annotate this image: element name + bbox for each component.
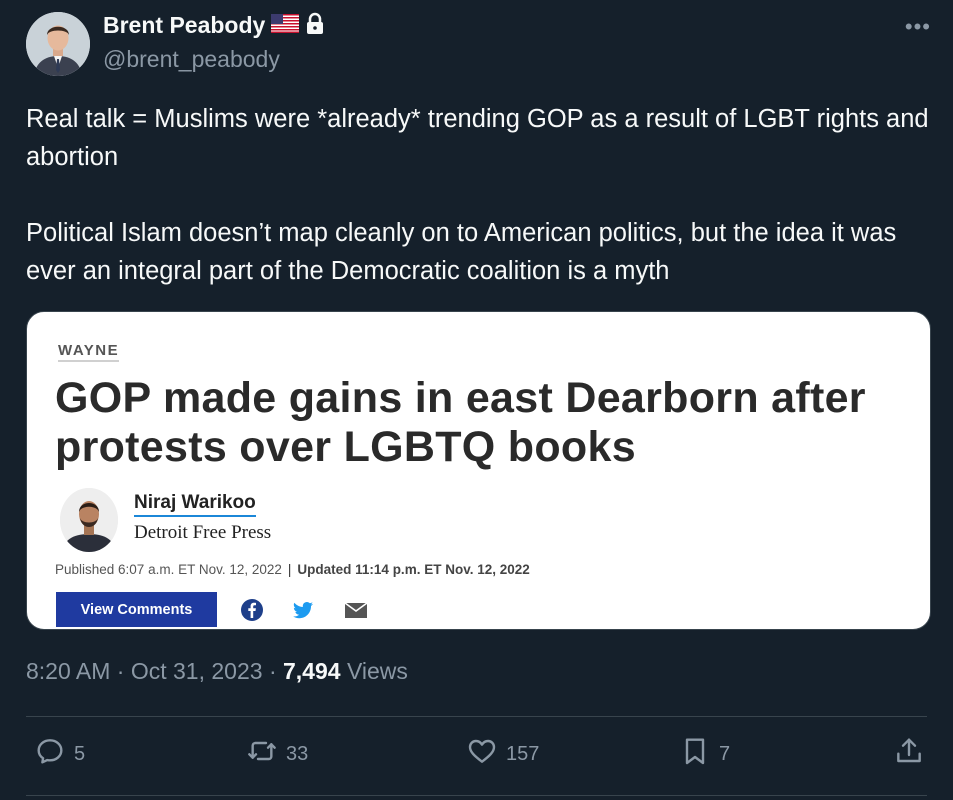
reply-button[interactable]: 5 bbox=[34, 735, 85, 773]
bookmark-count: 7 bbox=[719, 742, 731, 765]
tweet-meta: 8:20 AM · Oct 31, 2023 · 7,494 Views bbox=[26, 658, 408, 685]
date-separator: | bbox=[287, 562, 292, 577]
views-label: Views bbox=[346, 658, 408, 684]
mail-icon bbox=[343, 598, 368, 622]
twitter-icon bbox=[291, 598, 315, 622]
tweet-paragraph: Real talk = Muslims were *already* trend… bbox=[26, 105, 929, 171]
divider bbox=[26, 716, 927, 717]
published-date: Published 6:07 a.m. ET Nov. 12, 2022 bbox=[55, 562, 282, 577]
avatar[interactable] bbox=[26, 12, 90, 76]
us-flag-icon bbox=[271, 13, 300, 38]
like-count: 157 bbox=[506, 742, 540, 765]
article-dates: Published 6:07 a.m. ET Nov. 12, 2022 | U… bbox=[55, 562, 530, 577]
tweet-date[interactable]: Oct 31, 2023 bbox=[131, 658, 263, 684]
share-icon bbox=[893, 735, 925, 773]
view-comments-button: View Comments bbox=[56, 592, 217, 627]
meta-separator: · bbox=[268, 658, 283, 684]
retweet-button[interactable]: 33 bbox=[246, 735, 308, 773]
article-author-name: Niraj Warikoo bbox=[134, 492, 256, 517]
reply-count: 5 bbox=[74, 742, 86, 765]
author-handle[interactable]: @brent_peabody bbox=[103, 46, 280, 73]
reply-icon bbox=[34, 735, 66, 773]
author-name[interactable]: Brent Peabody bbox=[103, 12, 265, 39]
like-button[interactable]: 157 bbox=[466, 735, 539, 773]
meta-separator: · bbox=[116, 658, 131, 684]
retweet-count: 33 bbox=[286, 742, 309, 765]
card-headline: GOP made gains in east Dearborn after pr… bbox=[55, 374, 866, 471]
facebook-icon bbox=[240, 598, 264, 622]
bookmark-button[interactable]: 7 bbox=[679, 735, 730, 773]
tweet-text: Real talk = Muslims were *already* trend… bbox=[26, 100, 931, 290]
tweet-paragraph: Political Islam doesn’t map cleanly on t… bbox=[26, 219, 897, 285]
more-options-icon[interactable]: ••• bbox=[905, 14, 931, 40]
article-outlet: Detroit Free Press bbox=[134, 522, 272, 543]
tweet-time[interactable]: 8:20 AM bbox=[26, 658, 110, 684]
bookmark-icon bbox=[679, 735, 711, 773]
divider bbox=[26, 795, 927, 796]
share-button[interactable] bbox=[893, 735, 925, 773]
retweet-icon bbox=[246, 735, 278, 773]
article-author-photo bbox=[60, 488, 118, 552]
views-count: 7,494 bbox=[283, 658, 341, 684]
lock-icon bbox=[305, 12, 325, 39]
author-name-row[interactable]: Brent Peabody bbox=[103, 12, 325, 39]
card-section-label: WAYNE bbox=[58, 342, 120, 362]
article-card[interactable]: WAYNE GOP made gains in east Dearborn af… bbox=[26, 311, 931, 630]
heart-icon bbox=[466, 735, 498, 773]
updated-date: Updated 11:14 p.m. ET Nov. 12, 2022 bbox=[297, 562, 530, 577]
